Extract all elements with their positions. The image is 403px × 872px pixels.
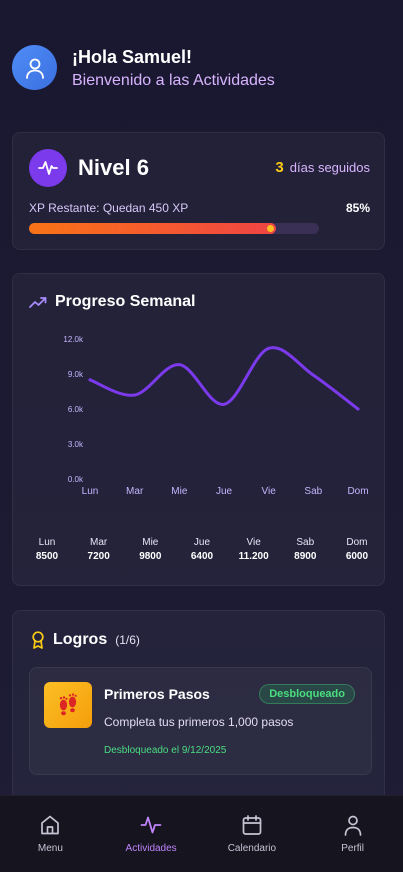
x-tick-label: Vie	[262, 486, 277, 497]
home-icon	[41, 815, 60, 835]
streak-count: 3	[275, 159, 284, 176]
day-summary: Lun 8500	[27, 537, 67, 562]
day-summary: Mie 9800	[130, 537, 170, 562]
activity-icon	[29, 149, 67, 187]
day-value: 7200	[87, 551, 110, 562]
x-tick-label: Dom	[347, 486, 368, 497]
x-tick-label: Sab	[304, 486, 322, 497]
achievement-date: Desbloqueado el 9/12/2025	[104, 745, 227, 756]
x-tick-label: Lun	[82, 486, 99, 497]
data-point-vie	[267, 346, 271, 350]
day-value: 6400	[190, 551, 214, 562]
day-value: 9800	[139, 551, 162, 562]
x-tick-label: Mie	[171, 486, 188, 497]
x-tick-label: Mar	[126, 486, 144, 497]
weekly-progress-card: Progreso Semanal 0.0k 3.0k 6.0k 9.0k 12.0k Lu…	[12, 273, 385, 586]
weekly-day-list: Lun 8500 Mar 7200 Mie 9800 Jue 6400 Vie 11.200 Sab…	[27, 537, 377, 562]
nav-item-actividades[interactable]: Actividades	[101, 796, 202, 872]
day-summary: Jue 6400	[182, 537, 222, 562]
level-card: Nivel 6 3 días seguidos XP Restante: Qued…	[12, 132, 385, 250]
greeting-subtitle: Bienvenido a las Actividades	[72, 71, 275, 89]
day-name: Vie	[246, 537, 261, 548]
nav-label-menu: Menu	[37, 843, 63, 854]
xp-progress-dot	[266, 225, 274, 232]
day-value: 8500	[35, 551, 59, 562]
data-point-sab	[311, 373, 315, 377]
weekly-line-chart: 0.0k 3.0k 6.0k 9.0k 12.0k Lun Mar Mie Jue Vie Sab D…	[63, 335, 368, 497]
y-tick-label: 12.0k	[63, 335, 84, 344]
data-point-lun	[88, 378, 92, 382]
avatar[interactable]	[12, 45, 57, 90]
achievements-card: Logros (1/6) Primeros Pasos Desbloqueado…	[12, 610, 385, 810]
y-tick-label: 9.0k	[68, 370, 84, 379]
greeting-title: ¡Hola Samuel!	[72, 46, 193, 67]
day-value: 11.200	[238, 551, 269, 562]
day-name: Jue	[193, 537, 211, 548]
achievement-description: Completa tus primeros 1,000 pasos	[104, 715, 294, 729]
user-icon	[344, 815, 361, 836]
header: ¡Hola Samuel! Bienvenido a las Actividad…	[12, 45, 275, 90]
nav-item-calendario[interactable]: Calendario	[202, 796, 303, 872]
day-summary: Dom 6000	[337, 537, 377, 562]
day-name: Mie	[142, 537, 159, 548]
y-tick-label: 3.0k	[68, 440, 84, 449]
nav-label-perfil: Perfil	[341, 843, 365, 854]
day-name: Dom	[346, 537, 368, 548]
nav-item-menu[interactable]: Menu	[0, 796, 101, 872]
y-tick-label: 0.0k	[68, 475, 84, 484]
footprints-icon	[44, 682, 92, 728]
award-icon	[32, 631, 44, 649]
xp-progress-bar	[29, 223, 319, 234]
day-summary: Mar 7200	[79, 537, 119, 562]
achievement-name: Primeros Pasos	[104, 686, 210, 702]
calendar-icon	[242, 815, 262, 835]
achievements-count: (1/6)	[115, 633, 140, 647]
streak-indicator: 3 días seguidos	[275, 159, 370, 176]
day-value: 8900	[294, 551, 317, 562]
bottom-nav: Menu Actividades Calendario Perfil	[0, 795, 403, 872]
day-value: 6000	[345, 551, 369, 562]
xp-remaining: XP Restante: Quedan 450 XP	[29, 201, 189, 215]
activity-icon	[140, 816, 162, 834]
xp-percent: 85%	[345, 201, 370, 215]
data-point-mar	[133, 393, 137, 397]
series-line	[88, 346, 360, 411]
xp-progress-fill	[29, 223, 276, 234]
achievement-status-badge: Desbloqueado	[259, 684, 355, 704]
day-name: Lun	[38, 537, 56, 548]
data-point-jue	[222, 402, 226, 406]
weekly-progress-title: Progreso Semanal	[55, 293, 196, 310]
nav-item-perfil[interactable]: Perfil	[302, 796, 403, 872]
streak-label: días seguidos	[289, 160, 370, 175]
level-title: Nivel 6	[78, 155, 149, 180]
x-tick-label: Jue	[216, 486, 233, 497]
achievement-item[interactable]: Primeros Pasos Desbloqueado Completa tus…	[29, 667, 372, 775]
user-icon	[25, 58, 44, 79]
data-point-dom	[356, 407, 360, 411]
y-tick-label: 6.0k	[68, 405, 84, 414]
data-point-mie	[177, 363, 181, 367]
day-summary: Vie 11.200	[234, 537, 274, 562]
day-summary: Sab 8900	[285, 537, 325, 562]
achievements-title: Logros	[53, 631, 108, 648]
day-name: Mar	[90, 537, 108, 548]
day-name: Sab	[296, 537, 315, 548]
trending-up-icon	[29, 297, 47, 308]
nav-label-calendario: Calendario	[227, 843, 277, 854]
nav-label-actividades: Actividades	[125, 843, 177, 854]
